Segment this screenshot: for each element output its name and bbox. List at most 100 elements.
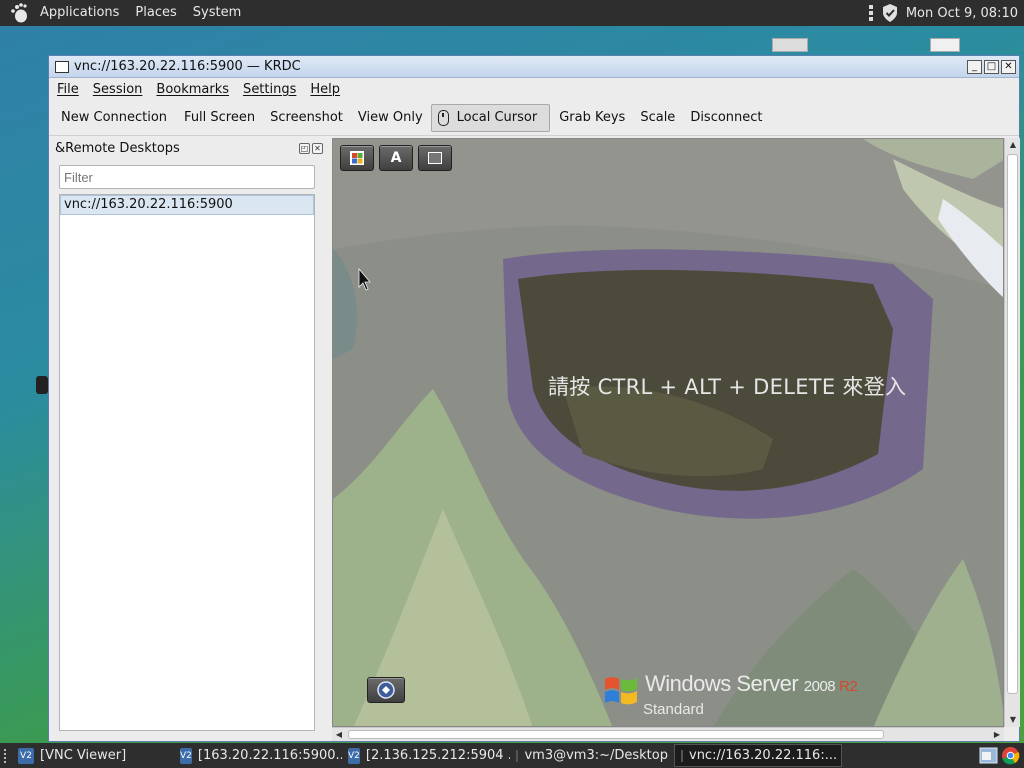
minimize-button[interactable]: _ — [967, 59, 982, 74]
menu-settings[interactable]: Settings — [237, 82, 302, 97]
product-version: 2008 — [803, 678, 836, 695]
menu-bookmarks-mnemonic: B — [156, 81, 166, 97]
square-icon — [428, 152, 442, 164]
menu-file[interactable]: File — [51, 82, 85, 97]
system-menu[interactable]: System — [185, 0, 249, 26]
windows-key-icon — [350, 151, 364, 165]
menu-help-mnemonic: H — [310, 81, 321, 97]
login-instruction: 請按 CTRL + ALT + DELETE 來登入 — [548, 375, 907, 399]
scroll-down-arrow-icon[interactable]: ▼ — [1005, 713, 1021, 727]
remote-desktops-header: &Remote Desktops ◰ ✕ — [53, 136, 323, 160]
float-panel-icon[interactable]: ◰ — [299, 142, 310, 154]
windows-flag-icon — [605, 677, 637, 705]
menu-help-label: elp — [320, 81, 341, 97]
panel-header-buttons: ◰ ✕ — [299, 142, 323, 154]
menubar: File Session Bookmarks Settings Help — [49, 78, 1019, 100]
local-cursor-button[interactable]: Local Cursor — [430, 103, 551, 132]
mouse-icon — [437, 109, 449, 126]
remote-screen-image[interactable] — [333, 139, 1004, 727]
task-label: vm3@vm3:~/Desktop — [524, 748, 668, 763]
menu-session[interactable]: Session — [87, 82, 149, 97]
screenshot-button[interactable]: Screenshot — [263, 104, 350, 131]
full-screen-button[interactable]: Full Screen — [177, 104, 262, 131]
new-connection-button[interactable]: New Connection — [54, 104, 174, 131]
close-button[interactable]: ✕ — [1001, 59, 1016, 74]
desktop-icon-2[interactable] — [930, 38, 960, 52]
menu-help[interactable]: Help — [304, 82, 346, 97]
ease-of-access-icon — [377, 681, 395, 699]
remote-desktops-panel: &Remote Desktops ◰ ✕ vnc://163.20.22.116… — [53, 136, 323, 736]
vertical-scrollbar[interactable]: ▲ ▼ — [1004, 138, 1020, 727]
task-krdc[interactable]: vnc://163.20.22.116:... — [674, 744, 842, 767]
menu-session-mnemonic: S — [92, 81, 102, 97]
window-controls: _ □ ✕ — [967, 59, 1016, 74]
panel-splitter[interactable] — [325, 136, 331, 736]
close-panel-icon[interactable]: ✕ — [312, 142, 323, 154]
toolbar: New Connection Full Screen Screenshot Vi… — [49, 100, 1019, 136]
windows-server-logo: Windows Server 2008 R2 Standard — [601, 667, 881, 723]
local-cursor-label: Local Cursor — [456, 110, 538, 125]
tray-dots-icon[interactable] — [866, 4, 876, 22]
top-right-area: Mon Oct 9, 08:10 — [866, 3, 1024, 23]
desktop-icon-1[interactable] — [772, 38, 808, 52]
minimize-toolbar-button[interactable] — [418, 145, 452, 171]
show-desktop-handle-icon[interactable] — [4, 748, 8, 763]
text-a-icon: A — [390, 150, 402, 166]
remote-desktop-view[interactable]: A 請按 CTRL + ALT + DELETE 來登入 Windows Ser… — [332, 138, 1004, 727]
applications-menu[interactable]: Applications — [32, 0, 127, 26]
disconnect-button[interactable]: Disconnect — [683, 104, 769, 131]
window-app-icon — [55, 60, 69, 73]
vertical-scroll-thumb[interactable] — [1007, 154, 1018, 694]
desktop-icon-3[interactable] — [36, 376, 48, 394]
gnome-foot-icon[interactable] — [8, 2, 30, 24]
menu-session-label: ession — [101, 81, 143, 97]
vnc-icon: V2 — [18, 747, 34, 764]
krdc-window: vnc://163.20.22.116:5900 — KRDC _ □ ✕ Fi… — [48, 55, 1020, 742]
chrome-icon[interactable] — [1001, 746, 1020, 765]
connection-list[interactable]: vnc://163.20.22.116:5900 — [59, 194, 315, 731]
task-label: [163.20.22.116:5900... — [197, 748, 342, 763]
menu-file-label: ile — [63, 81, 79, 97]
places-menu[interactable]: Places — [127, 0, 184, 26]
connection-list-item[interactable]: vnc://163.20.22.116:5900 — [60, 195, 314, 215]
window-title: vnc://163.20.22.116:5900 — KRDC — [74, 59, 301, 74]
scale-button[interactable]: Scale — [633, 104, 682, 131]
maximize-button[interactable]: □ — [984, 59, 999, 74]
filter-input[interactable] — [59, 165, 315, 189]
scroll-left-arrow-icon[interactable]: ◀ — [332, 728, 346, 742]
text-input-button[interactable]: A — [379, 145, 413, 171]
system-tray — [979, 746, 1020, 765]
vnc-icon: V2 — [180, 747, 192, 764]
product-release: R2 — [839, 678, 858, 695]
menu-bookmarks-label: ookmarks — [165, 81, 230, 97]
task-label: vnc://163.20.22.116:... — [689, 748, 838, 763]
accessibility-button[interactable] — [367, 677, 405, 703]
horizontal-scroll-thumb[interactable] — [348, 730, 884, 739]
terminal-icon — [516, 749, 519, 762]
remote-desktops-title: &Remote Desktops — [55, 140, 180, 156]
top-panel: Applications Places System Mon Oct 9, 08… — [0, 0, 1024, 26]
task-label: [VNC Viewer] — [40, 748, 127, 763]
menu-settings-label: ettings — [251, 81, 297, 97]
task-vnc-session-2[interactable]: V2 [2.136.125.212:5904 ... — [342, 744, 510, 767]
shield-icon[interactable] — [880, 3, 900, 23]
clock[interactable]: Mon Oct 9, 08:10 — [906, 6, 1018, 21]
product-name-line: Windows Server 2008 R2 — [645, 671, 858, 697]
window-titlebar[interactable]: vnc://163.20.22.116:5900 — KRDC _ □ ✕ — [49, 56, 1019, 78]
product-edition: Standard — [643, 701, 704, 718]
menu-bookmarks[interactable]: Bookmarks — [150, 82, 235, 97]
product-name: Windows Server — [645, 671, 799, 696]
horizontal-scrollbar[interactable]: ◀ ▶ — [332, 727, 1004, 741]
workspace-switcher-icon[interactable] — [979, 746, 998, 765]
scroll-up-arrow-icon[interactable]: ▲ — [1005, 138, 1021, 152]
vnc-icon: V2 — [348, 747, 360, 764]
task-vnc-session-1[interactable]: V2 [163.20.22.116:5900... — [174, 744, 342, 767]
window-icon — [681, 749, 683, 762]
windows-key-button[interactable] — [340, 145, 374, 171]
grab-keys-button[interactable]: Grab Keys — [552, 104, 632, 131]
task-terminal[interactable]: vm3@vm3:~/Desktop — [510, 744, 674, 767]
task-vnc-viewer[interactable]: V2 [VNC Viewer] — [12, 744, 174, 767]
scroll-right-arrow-icon[interactable]: ▶ — [990, 728, 1004, 742]
view-only-button[interactable]: View Only — [351, 104, 430, 131]
taskbar: V2 [VNC Viewer] V2 [163.20.22.116:5900..… — [0, 743, 1024, 768]
